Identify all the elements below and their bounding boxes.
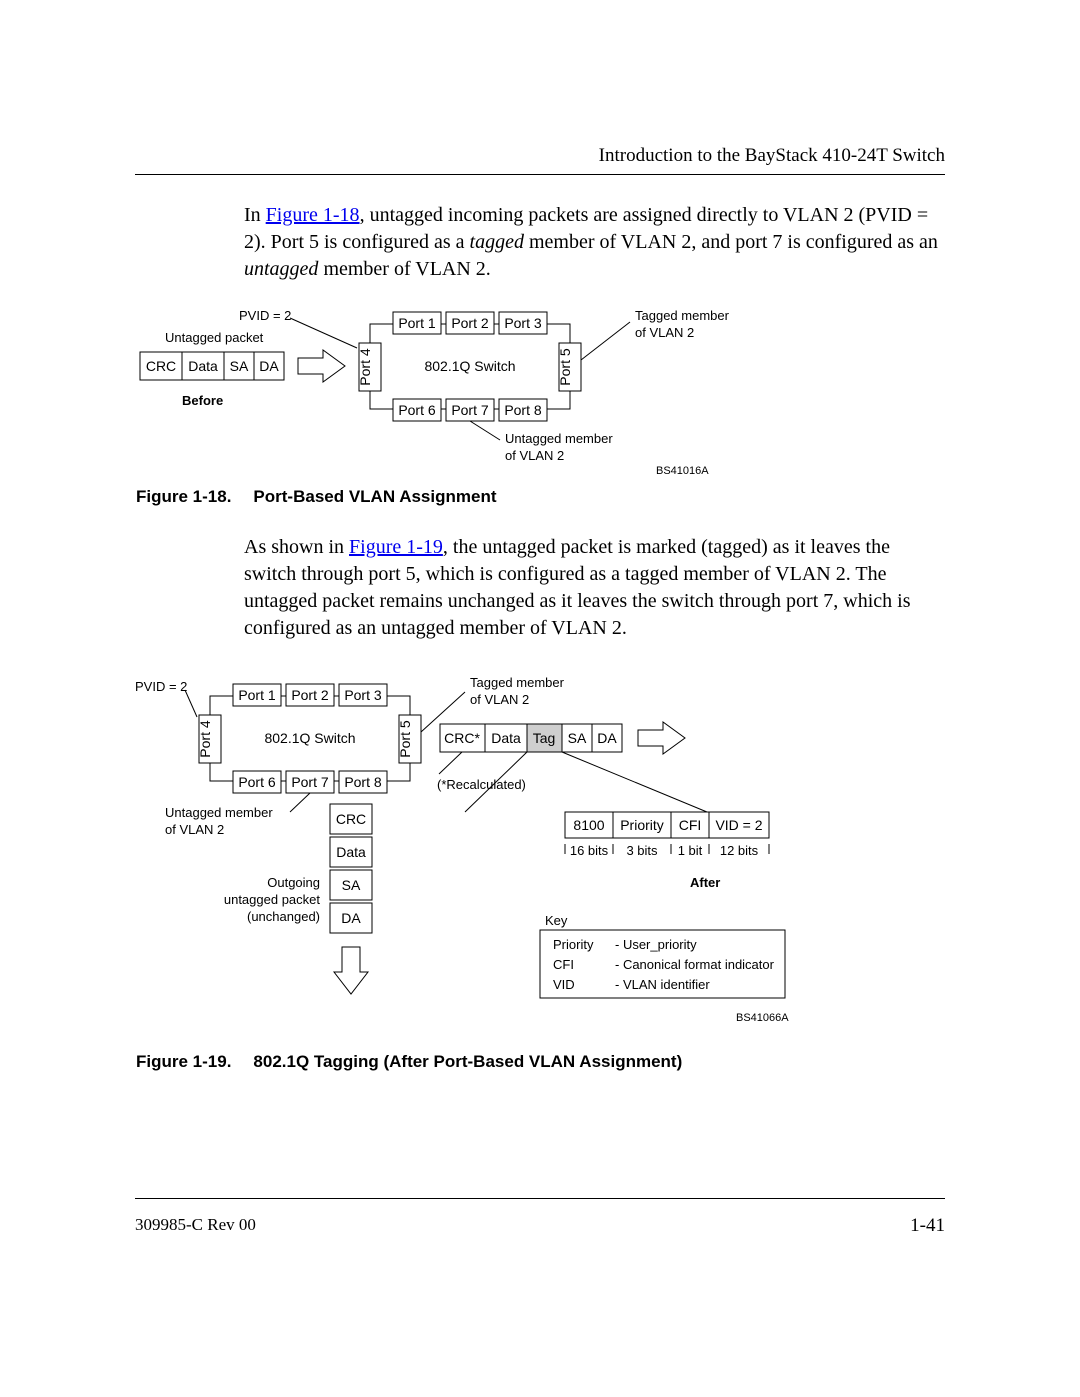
- figure-title: Port-Based VLAN Assignment: [253, 487, 496, 506]
- text: In: [244, 204, 266, 226]
- key-vid: VID: [553, 977, 575, 992]
- pvid-label: PVID = 2: [135, 679, 187, 694]
- out-da: DA: [597, 730, 617, 746]
- after-label: After: [690, 875, 720, 890]
- key-priority: Priority: [553, 937, 594, 952]
- packet-crc: CRC: [146, 358, 176, 374]
- figure-title: 802.1Q Tagging (After Port-Based VLAN As…: [253, 1052, 682, 1071]
- figure-19-caption: Figure 1-19. 802.1Q Tagging (After Port-B…: [136, 1052, 682, 1072]
- port-8-label: Port 8: [504, 402, 542, 418]
- port-5-label: Port 5: [557, 348, 573, 386]
- arrow-down-icon: [334, 947, 368, 994]
- bits-12: 12 bits: [720, 843, 759, 858]
- figure-number: Figure 1-18.: [136, 487, 231, 506]
- figure-1-18-diagram: 802.1Q Switch Port 1 Port 2 Port 3 Port …: [135, 300, 955, 480]
- link-figure-1-19[interactable]: Figure 1-19: [349, 536, 443, 558]
- port-8-label: Port 8: [344, 774, 382, 790]
- text: As shown in: [244, 536, 349, 558]
- packet-da: DA: [259, 358, 279, 374]
- port-1-label: Port 1: [238, 687, 276, 703]
- out-sa: SA: [568, 730, 587, 746]
- page-header: Introduction to the BayStack 410-24T Swi…: [599, 145, 945, 167]
- pvid-label: PVID = 2: [239, 308, 291, 323]
- tagged-member-label: Tagged member: [470, 675, 565, 690]
- port-2-label: Port 2: [291, 687, 329, 703]
- recalculated-label: (*Recalculated): [437, 777, 526, 792]
- tag-vid: VID = 2: [715, 817, 762, 833]
- untagged-member-label: Untagged member: [505, 431, 613, 446]
- packet-data: Data: [188, 358, 218, 374]
- outgoing-label3: (unchanged): [247, 909, 320, 924]
- tag-cfi: CFI: [679, 817, 702, 833]
- text-italic: tagged: [470, 231, 524, 253]
- untagged-member-label2: of VLAN 2: [165, 822, 224, 837]
- footer-left: 309985-C Rev 00: [135, 1215, 256, 1235]
- tagged-member-label2: of VLAN 2: [635, 325, 694, 340]
- figure-18-caption: Figure 1-18. Port-Based VLAN Assignment: [136, 487, 497, 507]
- out-crc: CRC*: [444, 730, 480, 746]
- footer-right: 1-41: [910, 1215, 945, 1237]
- key-vid-desc: - VLAN identifier: [615, 977, 710, 992]
- key-priority-desc: - User_priority: [615, 937, 697, 952]
- link-figure-1-18[interactable]: Figure 1-18: [266, 204, 360, 226]
- tagged-member-label2: of VLAN 2: [470, 692, 529, 707]
- port-3-label: Port 3: [344, 687, 382, 703]
- port-4-label: Port 4: [197, 720, 213, 758]
- text: member of VLAN 2.: [318, 258, 490, 280]
- arrow-right-icon: [638, 722, 685, 754]
- tag-priority: Priority: [620, 817, 664, 833]
- outgoing-label1: Outgoing: [267, 875, 320, 890]
- tag-8100: 8100: [573, 817, 604, 833]
- port-1-label: Port 1: [398, 315, 436, 331]
- switch-label: 802.1Q Switch: [264, 730, 355, 746]
- before-label: Before: [182, 393, 223, 408]
- port-7-label: Port 7: [451, 402, 489, 418]
- vpkt-data: Data: [336, 844, 366, 860]
- port-2-label: Port 2: [451, 315, 489, 331]
- port-6-label: Port 6: [398, 402, 436, 418]
- untagged-member-label2: of VLAN 2: [505, 448, 564, 463]
- figure-19-id: BS41066A: [736, 1012, 789, 1024]
- bits-1: 1 bit: [678, 843, 703, 858]
- bits-16: 16 bits: [570, 843, 609, 858]
- figure-18-id: BS41016A: [656, 465, 709, 477]
- out-tag: Tag: [533, 730, 556, 746]
- port-3-label: Port 3: [504, 315, 542, 331]
- arrow-right-icon: [298, 350, 345, 382]
- paragraph-2: As shown in Figure 1-19, the untagged pa…: [244, 534, 944, 642]
- text: member of VLAN 2, and port 7 is configur…: [524, 231, 938, 253]
- figure-1-19-diagram: 802.1Q Switch Port 1 Port 2 Port 3 Port …: [135, 672, 955, 1092]
- port-5-label: Port 5: [397, 720, 413, 758]
- vpkt-crc: CRC: [336, 811, 366, 827]
- port-4-label: Port 4: [357, 348, 373, 386]
- outgoing-label2: untagged packet: [224, 892, 321, 907]
- vpkt-sa: SA: [342, 877, 361, 893]
- vpkt-da: DA: [341, 910, 361, 926]
- text-italic: untagged: [244, 258, 318, 280]
- paragraph-1: In Figure 1-18, untagged incoming packet…: [244, 202, 944, 283]
- key-cfi-desc: - Canonical format indicator: [615, 957, 775, 972]
- untagged-packet-label: Untagged packet: [165, 330, 264, 345]
- untagged-member-label: Untagged member: [165, 805, 273, 820]
- switch-label: 802.1Q Switch: [424, 358, 515, 374]
- rule-top: [135, 174, 945, 175]
- out-data: Data: [491, 730, 521, 746]
- key-label: Key: [545, 913, 568, 928]
- port-7-label: Port 7: [291, 774, 329, 790]
- figure-number: Figure 1-19.: [136, 1052, 231, 1071]
- key-cfi: CFI: [553, 957, 574, 972]
- bits-3: 3 bits: [626, 843, 658, 858]
- packet-sa: SA: [230, 358, 249, 374]
- rule-bottom: [135, 1198, 945, 1199]
- tagged-member-label: Tagged member: [635, 308, 730, 323]
- port-6-label: Port 6: [238, 774, 276, 790]
